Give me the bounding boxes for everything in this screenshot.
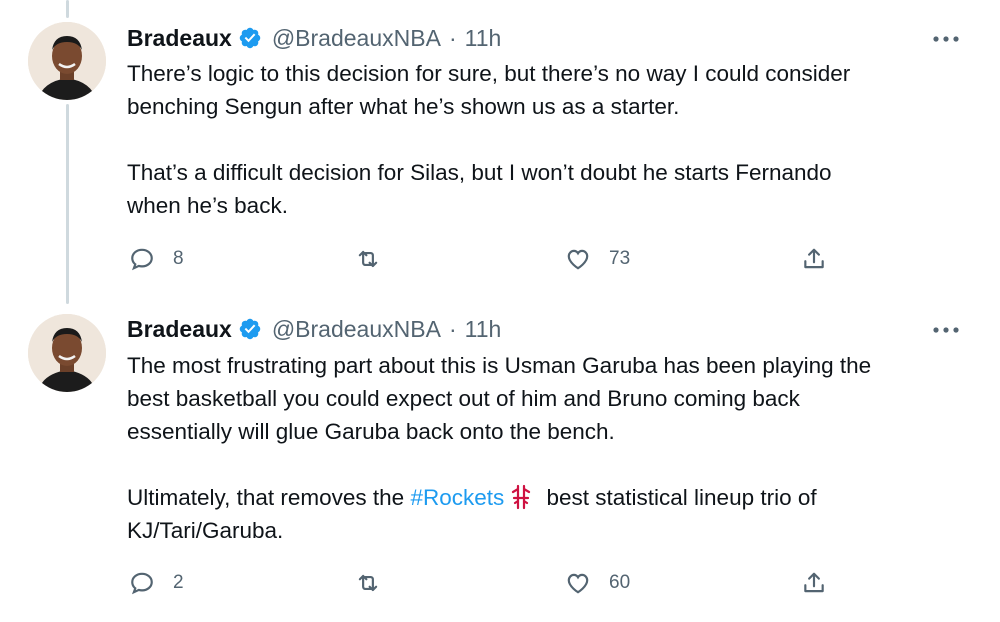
separator-dot: ·	[448, 315, 457, 342]
reply-icon	[131, 248, 153, 271]
retweet-button[interactable]	[355, 244, 399, 274]
tweet-text-line: essentially will glue Garuba back onto t…	[127, 419, 615, 444]
share-icon	[804, 572, 824, 593]
share-icon	[804, 248, 824, 269]
tweet-actions: 2 60	[127, 568, 847, 598]
avatar[interactable]	[28, 22, 106, 100]
heart-icon	[567, 573, 589, 594]
tweet-text-line: best basketball you could expect out of …	[127, 386, 800, 411]
more-options-icon[interactable]	[932, 34, 960, 44]
tweet-actions: 8 73	[127, 244, 847, 274]
tweet-text-line: The most frustrating part about this is …	[127, 353, 872, 378]
separator-dot: ·	[448, 24, 457, 51]
tweet-text-line: benching Sengun after what he’s shown us…	[127, 94, 680, 119]
reply-count: 2	[173, 572, 184, 593]
verified-badge-icon	[239, 318, 261, 340]
share-button[interactable]	[801, 244, 827, 274]
reply-button[interactable]: 8	[129, 244, 184, 274]
heart-icon	[567, 249, 589, 270]
reply-icon	[131, 572, 153, 595]
more-options-icon[interactable]	[932, 325, 960, 335]
rockets-logo-icon	[512, 484, 531, 510]
like-count: 60	[609, 572, 631, 593]
tweet-header: Bradeaux @BradeauxNBA · 11h	[127, 22, 501, 54]
tweet-text-line: Ultimately, that removes the #Rockets be…	[127, 481, 967, 514]
tweet-2[interactable]: Bradeaux @BradeauxNBA · 11h The most fru…	[0, 300, 1000, 622]
avatar[interactable]	[28, 314, 106, 392]
text-segment: best statistical lineup trio of	[540, 485, 817, 510]
user-handle[interactable]: @BradeauxNBA	[272, 25, 441, 52]
tweet-text-line: There’s logic to this decision for sure,…	[127, 61, 851, 86]
like-count: 73	[609, 248, 631, 269]
reply-button[interactable]: 2	[129, 568, 184, 598]
tweet-text-line: That’s a difficult decision for Silas, b…	[127, 160, 832, 185]
text-segment: Ultimately, that removes the	[127, 485, 411, 510]
like-button[interactable]: 73	[565, 244, 630, 274]
retweet-icon	[358, 250, 378, 268]
retweet-button[interactable]	[355, 568, 399, 598]
tweet-1[interactable]: Bradeaux @BradeauxNBA · 11h There’s logi…	[0, 0, 1000, 300]
timestamp[interactable]: 11h	[465, 25, 502, 52]
verified-badge-icon	[239, 27, 261, 49]
tweet-text-line: when he’s back.	[127, 193, 288, 218]
retweet-icon	[358, 574, 378, 592]
tweet-header: Bradeaux @BradeauxNBA · 11h	[127, 313, 501, 345]
tweet-text: There’s logic to this decision for sure,…	[127, 57, 967, 222]
tweet-text-line: KJ/Tari/Garuba.	[127, 518, 284, 543]
tweet-text: The most frustrating part about this is …	[127, 349, 967, 547]
like-button[interactable]: 60	[565, 568, 630, 598]
display-name[interactable]: Bradeaux	[127, 316, 232, 343]
timestamp[interactable]: 11h	[465, 316, 502, 343]
reply-count: 8	[173, 248, 184, 269]
hashtag-link[interactable]: #Rockets	[410, 485, 504, 510]
display-name[interactable]: Bradeaux	[127, 25, 232, 52]
share-button[interactable]	[801, 568, 827, 598]
user-handle[interactable]: @BradeauxNBA	[272, 316, 441, 343]
